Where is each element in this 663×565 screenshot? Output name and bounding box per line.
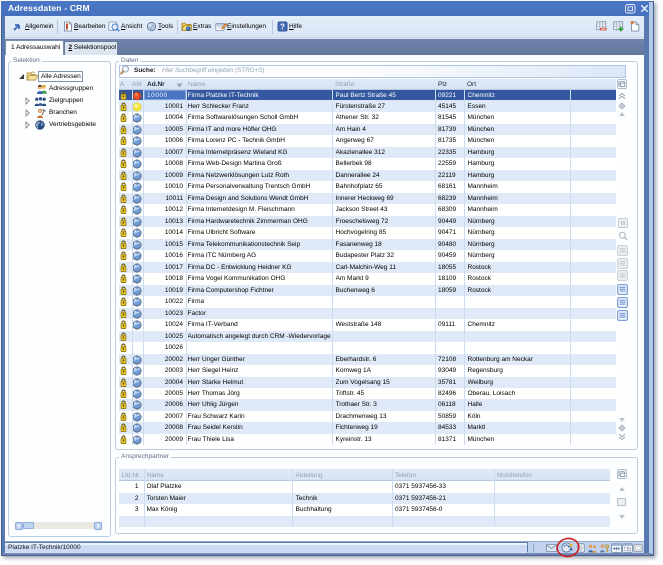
svg-text:?: ? — [280, 22, 285, 31]
